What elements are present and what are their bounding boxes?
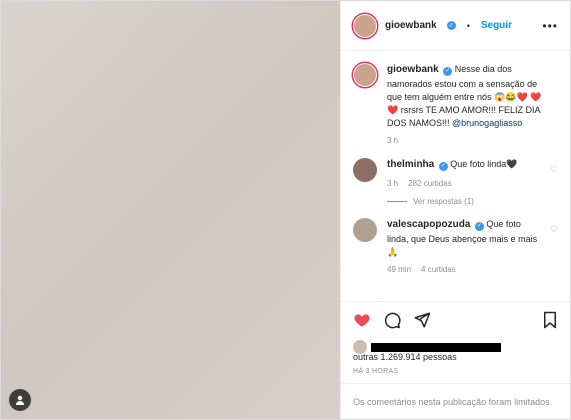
post-image-placeholder[interactable] <box>1 1 341 419</box>
post-header: gioewbank ✓ • Seguir ••• <box>341 1 570 51</box>
verified-icon: ✓ <box>446 21 456 30</box>
like-comment-heart-icon[interactable]: ♡ <box>550 224 558 235</box>
comment-text: Que foto linda🖤 <box>450 159 518 170</box>
tagged-user-icon[interactable] <box>9 389 31 411</box>
like-comment-heart-icon[interactable]: ♡ <box>550 164 558 175</box>
comment-icon[interactable] <box>383 311 401 331</box>
header-username[interactable]: gioewbank <box>385 20 437 31</box>
avatar[interactable] <box>353 13 377 38</box>
comment-item: thelminha ✓ Que foto linda🖤 3 h 282 curt… <box>353 158 558 189</box>
more-options-icon[interactable]: ••• <box>542 19 558 33</box>
instagram-post: gioewbank ✓ • Seguir ••• gioewbank ✓ Nes… <box>0 0 571 420</box>
comment-username[interactable]: valescapopozuda <box>387 219 470 230</box>
redacted-bar <box>371 342 501 352</box>
follow-button[interactable]: Seguir <box>481 20 512 31</box>
comment-likes[interactable]: 4 curtidas <box>421 264 456 276</box>
caption-avatar[interactable] <box>353 63 377 87</box>
caption-time[interactable]: 3 h <box>387 135 398 147</box>
likes-count[interactable]: outras 1.269.914 pessoas <box>353 352 558 362</box>
comments-limited-notice: Os comentários nesta publicação foram li… <box>341 383 570 419</box>
save-bookmark-icon[interactable] <box>542 311 558 331</box>
replies-label[interactable]: Ver respostas (1) <box>413 197 474 206</box>
comment-time[interactable]: 49 min <box>387 264 411 276</box>
comment-avatar[interactable] <box>353 218 377 243</box>
verified-icon: ✓ <box>438 162 448 172</box>
replies-divider <box>387 201 407 203</box>
separator-dot: • <box>466 20 470 31</box>
post-actions: outras 1.269.914 pessoas HÁ 3 HORAS <box>341 301 570 375</box>
verified-icon: ✓ <box>474 222 484 232</box>
comment-avatar[interactable] <box>353 158 377 183</box>
verified-icon: ✓ <box>443 66 453 76</box>
comment-likes[interactable]: 282 curtidas <box>408 178 452 190</box>
comment-username[interactable]: thelminha <box>387 159 434 170</box>
share-icon[interactable] <box>413 311 431 331</box>
post-sidebar: gioewbank ✓ • Seguir ••• gioewbank ✓ Nes… <box>341 1 570 419</box>
comment-time[interactable]: 3 h <box>387 178 398 190</box>
comment-item: valescapopozuda ✓ Que foto linda, que De… <box>353 218 558 275</box>
caption-username[interactable]: gioewbank <box>387 64 439 75</box>
like-heart-icon[interactable] <box>353 311 371 331</box>
comments-list[interactable]: gioewbank ✓ Nesse dia dos namorados esto… <box>341 51 570 301</box>
caption-mention[interactable]: @brunogagliasso <box>452 118 522 128</box>
post-timestamp[interactable]: HÁ 3 HORAS <box>353 368 558 375</box>
view-replies-button[interactable]: Ver respostas (1) <box>387 197 558 206</box>
caption: gioewbank ✓ Nesse dia dos namorados esto… <box>353 63 558 146</box>
